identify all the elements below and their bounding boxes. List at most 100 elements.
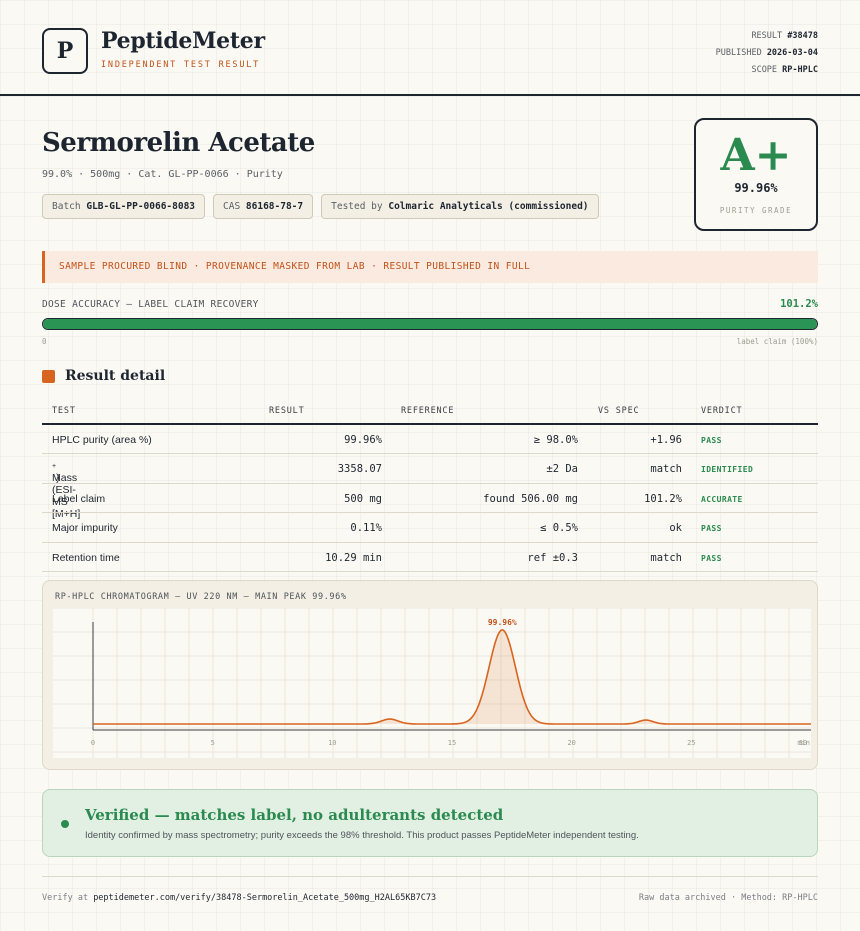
scope-line: SCOPE RP-HPLC bbox=[716, 62, 818, 79]
batch-chip: Batch GLB-GL-PP-0066-8083 bbox=[42, 194, 206, 219]
cell-vs-spec: match bbox=[650, 463, 682, 476]
cell-verdict: PASS bbox=[701, 436, 722, 445]
grade-label: PURITY GRADE bbox=[719, 206, 793, 215]
result-table: TEST RESULT REFERENCE VS SPEC VERDICT HP… bbox=[42, 398, 818, 572]
scope-value: RP-HPLC bbox=[782, 65, 818, 75]
result-id-value: #38478 bbox=[787, 31, 818, 41]
header-test[interactable]: TEST bbox=[52, 406, 76, 416]
section-marker-icon bbox=[42, 370, 55, 383]
cell-result: 0.11% bbox=[350, 522, 382, 535]
dose-accuracy-value: 101.2% bbox=[780, 298, 818, 310]
x-tick-label: 15 bbox=[448, 739, 456, 747]
cell-vs-spec: ok bbox=[669, 522, 682, 535]
grade-letter: A+ bbox=[720, 130, 792, 181]
x-tick-label: 5 bbox=[211, 739, 215, 747]
footer-method: Raw data archived · Method: RP-HPLC bbox=[638, 893, 818, 903]
dose-accuracy-bar bbox=[42, 318, 818, 330]
dose-bar-min-label: 0 bbox=[42, 337, 47, 346]
x-tick-label: 10 bbox=[328, 739, 336, 747]
verify-label: Verify at bbox=[42, 893, 89, 903]
table-row: Mass (ESI-MS [M+H] +) 3358.07 ±2 Da match… bbox=[42, 454, 818, 520]
x-tick-label: 25 bbox=[687, 739, 695, 747]
tested-by-value: Colmaric Analyticals (commissioned) bbox=[388, 201, 589, 212]
cell-test: Label claim bbox=[52, 492, 106, 505]
footer-verify: Verify at peptidemeter.com/verify/38478-… bbox=[42, 893, 436, 903]
brand-name[interactable]: PeptideMeter bbox=[101, 28, 265, 54]
verify-link[interactable]: peptidemeter.com/verify/38478-Sermorelin… bbox=[93, 893, 436, 903]
cell-reference: found 506.00 mg bbox=[483, 492, 578, 505]
cell-test-end: ) bbox=[56, 472, 60, 485]
cell-verdict: IDENTIFIED bbox=[701, 465, 754, 475]
chart-plot-bg bbox=[53, 608, 811, 758]
cell-reference: ±2 Da bbox=[546, 463, 578, 476]
result-id-label: RESULT bbox=[751, 31, 783, 41]
brand-logo[interactable]: P bbox=[42, 28, 88, 74]
product-chips: Batch GLB-GL-PP-0066-8083 CAS 86168-78-7… bbox=[42, 194, 599, 219]
chromatogram-card: RP-HPLC CHROMATOGRAM — UV 220 NM — MAIN … bbox=[42, 580, 818, 770]
cell-test: Major impurity bbox=[52, 522, 118, 535]
cell-result: 99.96% bbox=[344, 434, 382, 446]
x-tick-label: 0 bbox=[91, 739, 95, 747]
cell-test: Retention time bbox=[52, 551, 120, 564]
cas-value: 86168-78-7 bbox=[245, 201, 304, 212]
chromatogram-title: RP-HPLC CHROMATOGRAM — UV 220 NM — MAIN … bbox=[55, 592, 347, 602]
banner-text: SAMPLE PROCURED BLIND · PROVENANCE MASKE… bbox=[59, 261, 531, 272]
x-axis-unit: min bbox=[797, 739, 810, 747]
verified-dot-icon bbox=[61, 820, 69, 828]
verified-title: Verified — matches label, no adulterants… bbox=[85, 806, 504, 824]
section-title: Result detail bbox=[65, 368, 166, 384]
published-line: PUBLISHED 2026-03-04 bbox=[716, 45, 818, 62]
header-result[interactable]: RESULT bbox=[269, 406, 305, 416]
main-peak-label: 99.96% bbox=[488, 618, 517, 627]
cell-result: 10.29 min bbox=[325, 551, 382, 564]
cell-vs-spec: 101.2% bbox=[644, 492, 682, 505]
x-tick-label: 20 bbox=[567, 739, 575, 747]
cas-label: CAS bbox=[223, 201, 241, 212]
dose-accuracy-label: DOSE ACCURACY — LABEL CLAIM RECOVERY bbox=[42, 299, 259, 310]
cell-test-sup: + bbox=[52, 463, 57, 471]
header-vs-spec[interactable]: VS SPEC bbox=[598, 406, 639, 416]
product-title: Sermorelin Acetate bbox=[42, 128, 315, 158]
cas-chip: CAS 86168-78-7 bbox=[213, 194, 314, 219]
published-label: PUBLISHED bbox=[715, 48, 762, 58]
table-row: Retention time 10.29 min ref ±0.3 match … bbox=[42, 543, 818, 572]
chromatogram-chart: 99.96% 0 5 10 15 20 25 30min bbox=[53, 608, 811, 758]
table-row: Major impurity 0.11% ≤ 0.5% ok PASS bbox=[42, 513, 818, 543]
cell-result: 500 mg bbox=[344, 492, 382, 505]
tested-by-chip: Tested by Colmaric Analyticals (commissi… bbox=[321, 194, 599, 219]
grade-value: 99.96% bbox=[734, 181, 778, 195]
cell-result: 3358.07 bbox=[337, 463, 382, 476]
purity-grade-card: A+ 99.96% PURITY GRADE bbox=[694, 118, 818, 231]
provenance-banner: SAMPLE PROCURED BLIND · PROVENANCE MASKE… bbox=[42, 251, 818, 283]
logo-letter: P bbox=[56, 38, 74, 64]
verified-panel: Verified — matches label, no adulterants… bbox=[42, 789, 818, 857]
dose-accuracy-fill bbox=[43, 319, 817, 329]
brand-subtitle: INDEPENDENT TEST RESULT bbox=[101, 60, 261, 70]
table-header: TEST RESULT REFERENCE VS SPEC VERDICT bbox=[42, 398, 818, 425]
footer-divider bbox=[42, 876, 818, 877]
cell-verdict: PASS bbox=[701, 524, 722, 534]
published-value: 2026-03-04 bbox=[766, 48, 818, 58]
cell-verdict: PASS bbox=[701, 553, 722, 563]
scope-label: SCOPE bbox=[751, 65, 778, 75]
cell-reference: ≤ 0.5% bbox=[540, 522, 578, 535]
batch-value: GLB-GL-PP-0066-8083 bbox=[86, 201, 196, 212]
product-subtitle: 99.0% · 500mg · Cat. GL-PP-0066 · Purity bbox=[42, 169, 283, 180]
table-row: HPLC purity (area %) 99.96% ≥ 98.0% +1.9… bbox=[42, 425, 818, 455]
verified-subtitle: Identity confirmed by mass spectrometry;… bbox=[85, 830, 639, 841]
dose-bar-max-label: label claim (100%) bbox=[736, 337, 818, 346]
cell-reference: ≥ 98.0% bbox=[533, 434, 578, 446]
cell-vs-spec: +1.96 bbox=[650, 434, 682, 446]
result-meta: RESULT #38478 PUBLISHED 2026-03-04 SCOPE… bbox=[716, 28, 818, 79]
result-id-line: RESULT #38478 bbox=[716, 28, 818, 45]
header-verdict[interactable]: VERDICT bbox=[701, 406, 742, 416]
header-reference[interactable]: REFERENCE bbox=[401, 406, 454, 416]
cell-verdict: ACCURATE bbox=[701, 494, 743, 504]
cell-reference: ref ±0.3 bbox=[527, 551, 578, 564]
table-row: Label claim 500 mg found 506.00 mg 101.2… bbox=[42, 484, 818, 514]
page-header: P PeptideMeter INDEPENDENT TEST RESULT R… bbox=[0, 0, 860, 96]
tested-by-label: Tested by bbox=[331, 201, 383, 212]
cell-test: HPLC purity (area %) bbox=[52, 434, 152, 446]
cell-test: Mass (ESI-MS [M+H] +) bbox=[52, 463, 80, 520]
cell-vs-spec: match bbox=[650, 551, 682, 564]
